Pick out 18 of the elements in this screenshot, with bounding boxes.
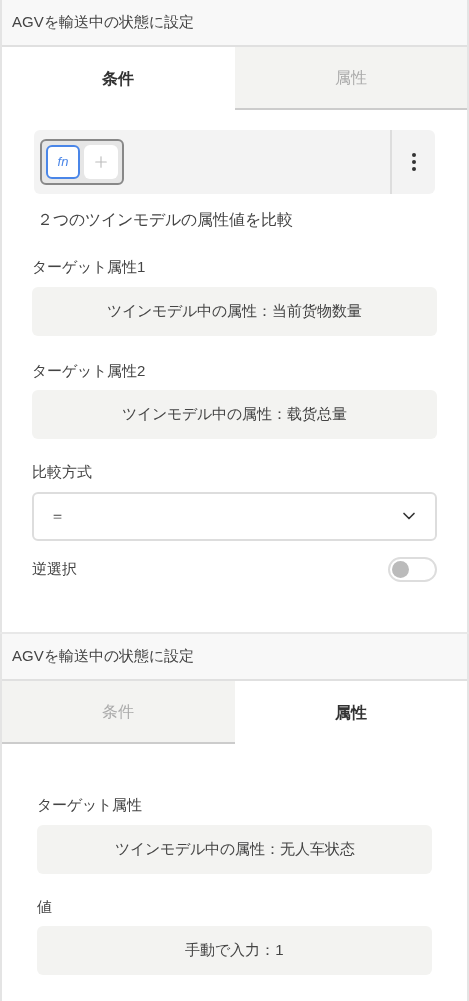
field-label: ターゲット属性 xyxy=(37,795,143,815)
plus-icon xyxy=(92,153,110,171)
value-field[interactable]: ツインモデル中の属性：无人车状态 xyxy=(37,824,432,874)
field-label: ターゲット属性1 xyxy=(32,257,147,277)
value-field[interactable]: 手動で入力：1 xyxy=(37,926,432,975)
add-chip[interactable] xyxy=(84,145,118,179)
field-label: 値 xyxy=(37,896,53,917)
field-label: ターゲット属性2 xyxy=(32,360,147,381)
toggle-switch[interactable] xyxy=(388,556,437,582)
comparison-select[interactable]: ＝ xyxy=(32,491,437,541)
field-label: 比較方式 xyxy=(32,462,93,482)
panel-title: AGVを輸送中の状態に設定 xyxy=(12,646,194,667)
description-text: ２つのツインモデルの属性値を比較 xyxy=(37,210,294,230)
toggle-label: 逆選択 xyxy=(32,558,77,579)
panel-title: AGVを輸送中の状態に設定 xyxy=(12,12,194,33)
value-field[interactable]: ツインモデル中の属性：当前货物数量 xyxy=(32,286,437,336)
function-chip[interactable]: fn xyxy=(46,145,80,179)
value-field[interactable]: ツインモデル中の属性：载货总量 xyxy=(32,390,437,439)
